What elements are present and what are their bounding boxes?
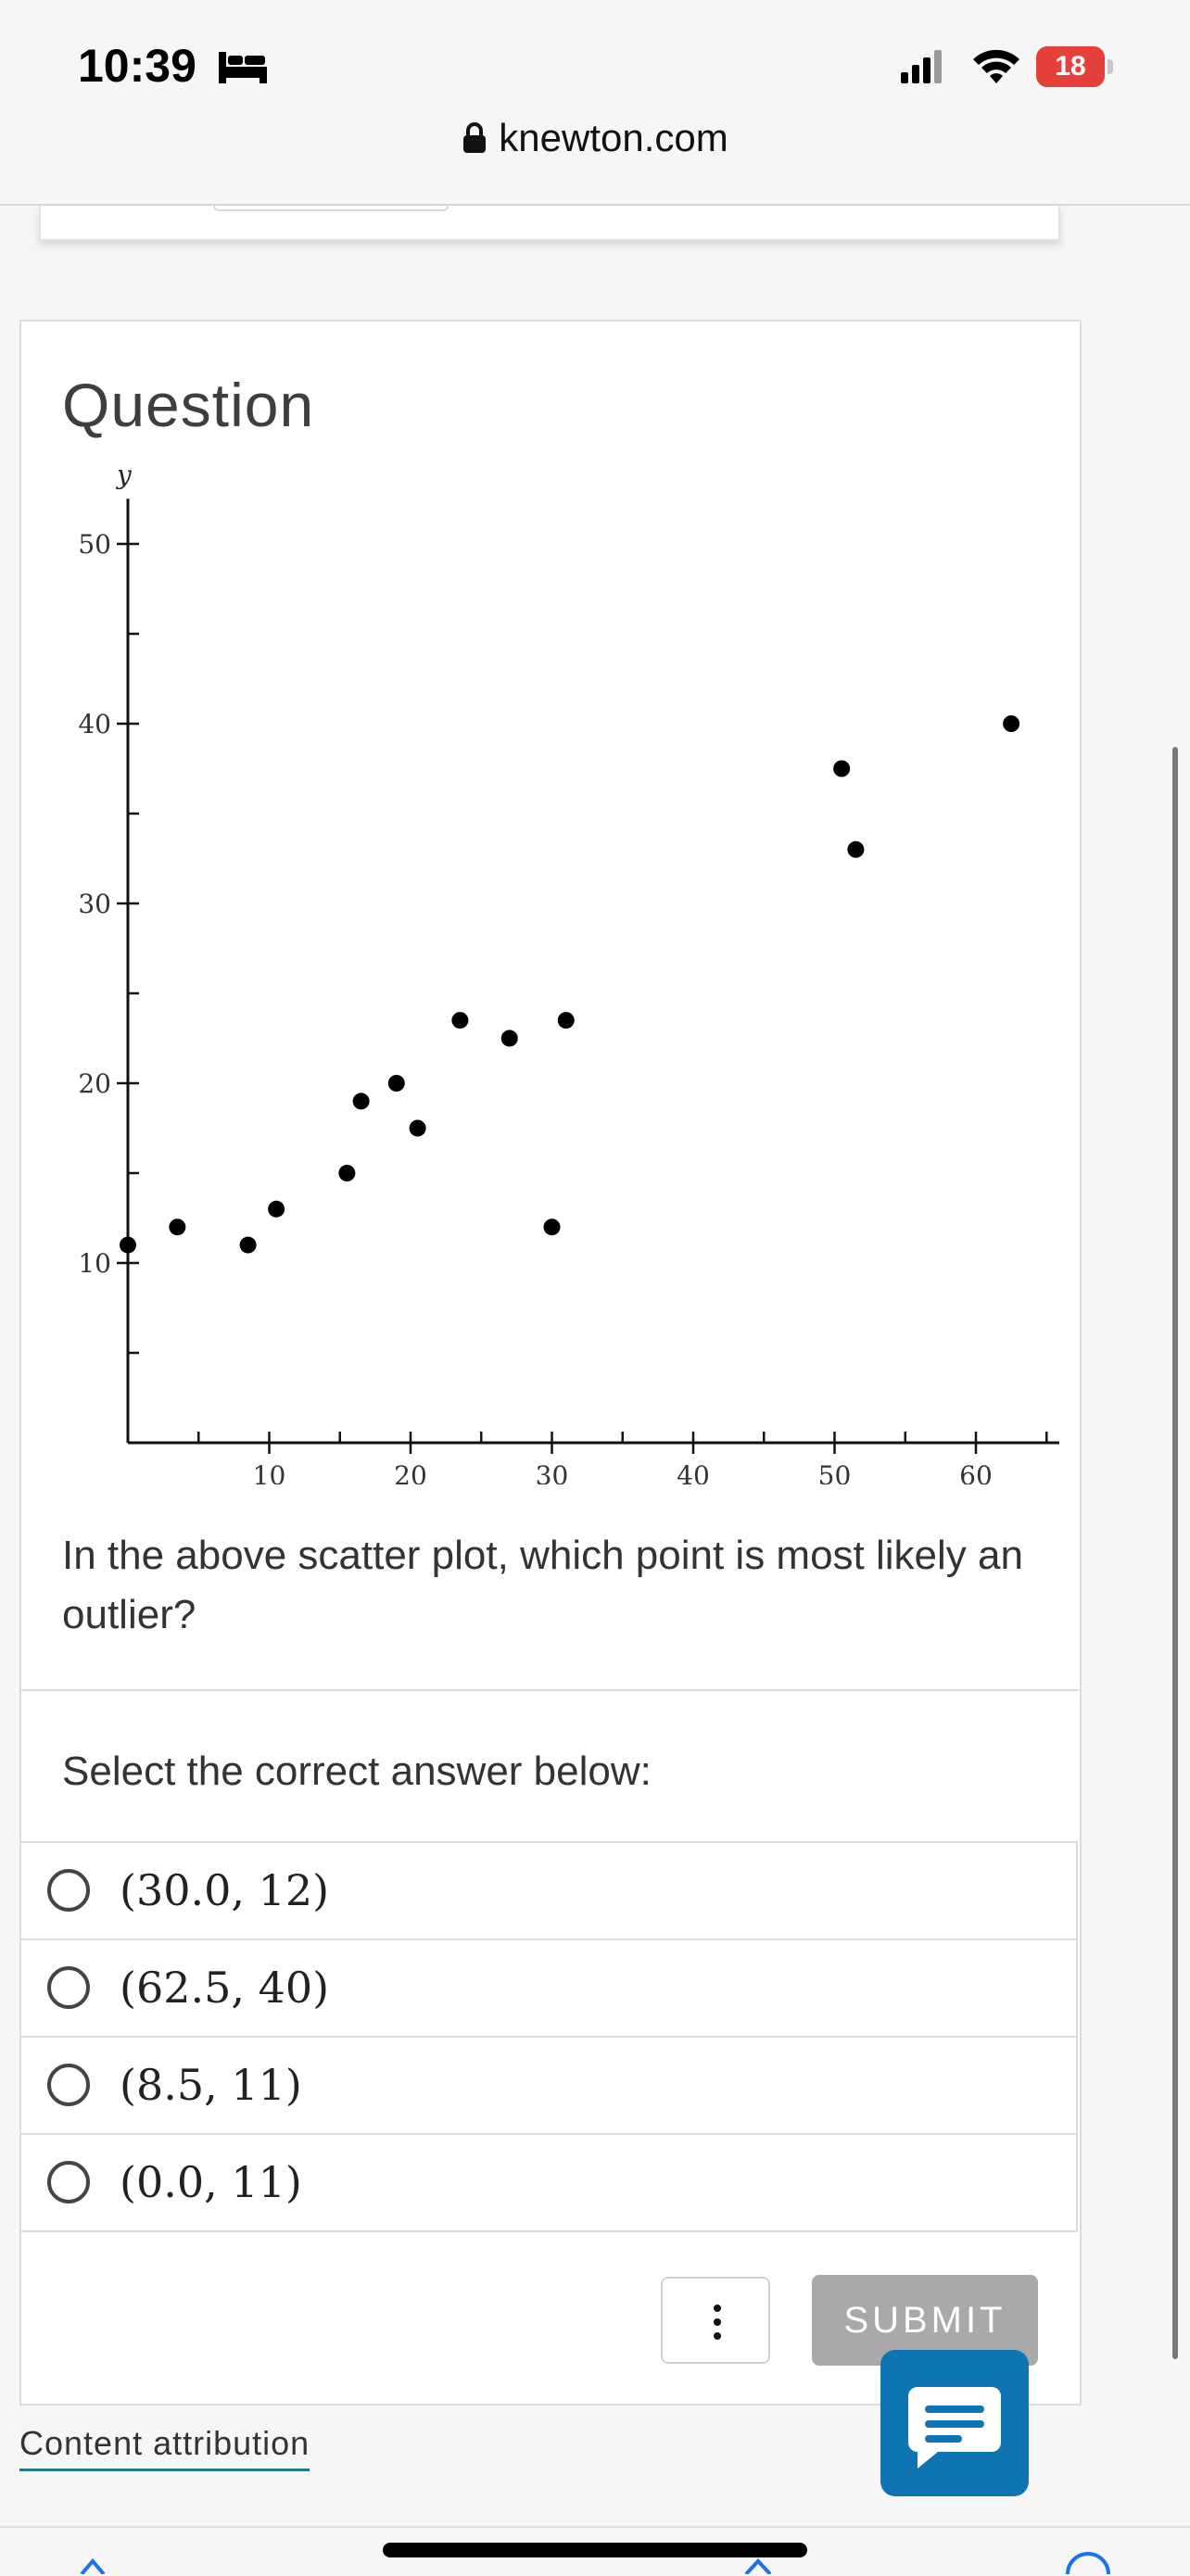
scatter-point xyxy=(847,840,865,858)
scatter-point xyxy=(500,1029,518,1047)
scatter-point xyxy=(557,1012,575,1029)
y-tick-label: 40 xyxy=(78,709,111,739)
answer-option-label: (62.5, 40) xyxy=(120,1963,330,2013)
x-tick-label: 50 xyxy=(818,1460,852,1484)
lock-icon xyxy=(463,122,487,153)
battery-icon: 18 xyxy=(1036,46,1114,87)
y-tick-label: 30 xyxy=(78,889,111,919)
question-card: Question 1020304050601020304050 x y In t… xyxy=(19,320,1082,2406)
y-tick-label: 10 xyxy=(78,1248,111,1279)
radio-button[interactable] xyxy=(47,2161,90,2203)
question-prompt: In the above scatter plot, which point i… xyxy=(62,1533,1023,1637)
scatter-point xyxy=(451,1012,469,1029)
chat-button[interactable] xyxy=(880,2350,1029,2496)
answer-option-label: (30.0, 12) xyxy=(120,1865,330,1915)
wifi-icon xyxy=(973,49,1019,83)
scatter-point xyxy=(833,760,851,777)
radio-button[interactable] xyxy=(47,1966,90,2009)
x-tick-label: 20 xyxy=(394,1460,427,1484)
answer-option[interactable]: (8.5, 11) xyxy=(21,2038,1076,2135)
radio-button[interactable] xyxy=(47,2064,90,2106)
answer-option[interactable]: (62.5, 40) xyxy=(21,1940,1076,2038)
x-tick-label: 10 xyxy=(253,1460,286,1484)
scatter-point xyxy=(1003,715,1020,732)
chat-icon xyxy=(908,2387,1001,2469)
y-tick-label: 20 xyxy=(78,1068,111,1099)
plot-axes xyxy=(126,499,1059,1445)
radio-button[interactable] xyxy=(47,1869,90,1912)
x-tick-label: 40 xyxy=(677,1460,710,1484)
scatter-point xyxy=(239,1236,257,1254)
bed-icon xyxy=(219,52,267,83)
status-time: 10:39 xyxy=(78,40,196,92)
select-answer-label: Select the correct answer below: xyxy=(62,1749,652,1794)
scrollbar[interactable] xyxy=(1172,747,1178,2359)
answer-options: (30.0, 12) (62.5, 40) (8.5, 11) (0.0, 11… xyxy=(21,1841,1078,2232)
url-text[interactable]: knewton.com xyxy=(499,116,728,159)
question-title: Question xyxy=(62,371,315,439)
y-tick-label: 50 xyxy=(78,529,111,560)
signal-icon xyxy=(901,50,942,83)
answer-option[interactable]: (0.0, 11) xyxy=(21,2135,1076,2232)
status-bar: 10:39 18 xyxy=(0,0,1190,125)
previous-card-tab xyxy=(213,206,449,211)
x-tick-label: 30 xyxy=(536,1460,569,1484)
y-axis-label: y xyxy=(115,465,133,490)
more-vertical-icon xyxy=(714,2305,721,2340)
scatter-point xyxy=(543,1219,561,1236)
scatter-point xyxy=(409,1119,426,1137)
scatter-point xyxy=(169,1219,186,1236)
answer-option[interactable]: (30.0, 12) xyxy=(21,1843,1076,1940)
scatter-point xyxy=(338,1165,356,1181)
more-options-button[interactable] xyxy=(661,2277,770,2364)
home-indicator xyxy=(383,2543,807,2557)
scatter-plot: 1020304050601020304050 x y xyxy=(78,465,1059,1484)
scatter-point xyxy=(352,1092,370,1110)
plot-ticks: 10 20 30 40 50 60 10 20 30 40 50 xyxy=(78,529,1048,1484)
scatter-point xyxy=(268,1200,285,1218)
plot-points xyxy=(120,715,1020,1254)
scatter-point xyxy=(120,1236,136,1254)
previous-card xyxy=(39,206,1060,241)
content-attribution-link[interactable]: Content attribution xyxy=(19,2424,310,2471)
scatter-point xyxy=(387,1075,405,1092)
answer-option-label: (0.0, 11) xyxy=(120,2157,302,2207)
url-bar[interactable]: knewton.com xyxy=(0,116,1190,205)
answer-option-label: (8.5, 11) xyxy=(120,2060,302,2110)
battery-level: 18 xyxy=(1055,51,1086,82)
section-divider xyxy=(21,1689,1080,1691)
x-tick-label: 60 xyxy=(959,1460,993,1484)
